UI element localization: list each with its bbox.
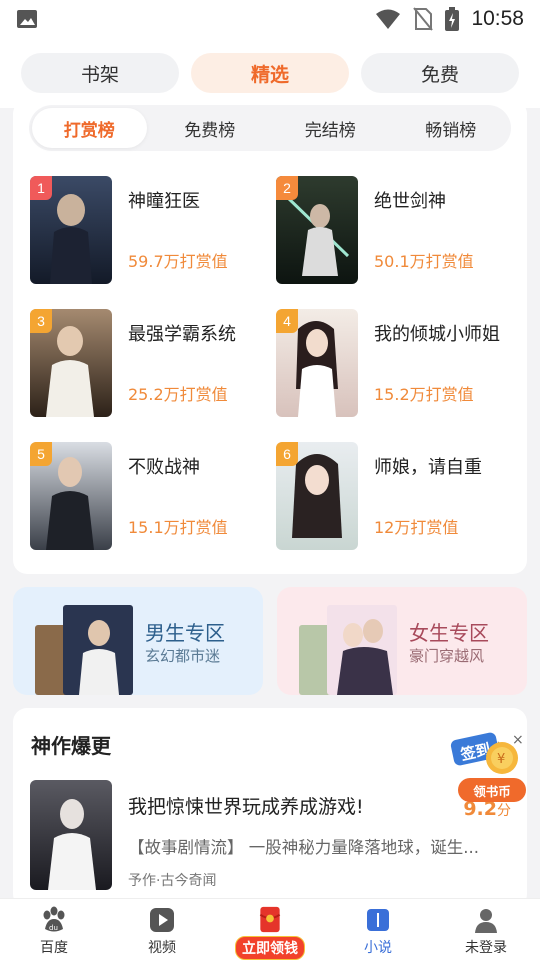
ranking-card: 打赏榜 免费榜 完结榜 畅销榜 1 神瞳狂医 59.7万打赏值 2 绝世剑神 5… <box>13 100 527 574</box>
female-zone-card[interactable]: 女生专区 豪门穿越风 <box>277 587 527 695</box>
rank-badge: 5 <box>30 442 52 466</box>
zone-title: 男生专区 <box>145 621 225 645</box>
bottom-nav: du 百度 视频 立即领钱 小说 未登录 <box>0 898 540 960</box>
reward-value: 25.2万打赏值 <box>128 385 228 404</box>
ranked-book[interactable]: 5 不败战神 15.1万打赏值 <box>30 442 270 552</box>
reward-value: 15.2万打赏值 <box>374 385 474 404</box>
reward-value: 59.7万打赏值 <box>128 252 228 271</box>
book-title: 神瞳狂医 <box>128 191 200 212</box>
section-title: 神作爆更 <box>31 734 111 758</box>
nav-label: 百度 <box>40 940 68 956</box>
nav-label: 立即领钱 <box>235 936 305 960</box>
male-zone-card[interactable]: 男生专区 玄幻都市迷 <box>13 587 263 695</box>
red-envelope-icon <box>259 906 281 933</box>
tab-completed-rank[interactable]: 完结榜 <box>273 108 388 148</box>
ranked-book[interactable]: 2 绝世剑神 50.1万打赏值 <box>276 176 516 286</box>
tab-free-rank[interactable]: 免费榜 <box>153 108 268 148</box>
svg-text:du: du <box>49 924 58 932</box>
rank-badge: 3 <box>30 309 52 333</box>
nav-label: 未登录 <box>465 940 507 956</box>
book-title[interactable]: 我把惊悚世界玩成养成游戏! <box>128 792 428 819</box>
status-bar: 10:58 <box>0 0 540 38</box>
book-title: 我的倾城小师姐 <box>374 324 500 345</box>
user-icon <box>475 909 497 933</box>
tab-free[interactable]: 免费 <box>361 53 519 93</box>
zone-covers <box>35 605 133 695</box>
rank-badge: 2 <box>276 176 298 200</box>
rank-badge: 4 <box>276 309 298 333</box>
no-sim-icon <box>413 7 434 31</box>
close-icon[interactable]: × <box>512 732 524 748</box>
ranked-book[interactable]: 6 师娘，请自重 12万打赏值 <box>276 442 516 552</box>
book-cover[interactable] <box>30 780 112 890</box>
zone-subtitle: 豪门穿越风 <box>409 647 485 665</box>
top-tabs: 书架 精选 免费 <box>0 38 540 108</box>
rank-badge: 6 <box>276 442 298 466</box>
gallery-icon <box>17 10 37 28</box>
nav-label: 小说 <box>364 940 392 956</box>
zone-title: 女生专区 <box>409 621 489 645</box>
paw-icon: du <box>43 906 65 932</box>
book-meta: 予作·古今奇闻 <box>128 873 217 889</box>
battery-charging-icon <box>445 7 460 31</box>
tab-featured[interactable]: 精选 <box>191 53 349 93</box>
svg-text:¥: ¥ <box>497 752 505 767</box>
play-icon <box>150 908 174 932</box>
tab-bestseller-rank[interactable]: 畅销榜 <box>394 108 509 148</box>
reward-value: 12万打赏值 <box>374 518 459 537</box>
reward-value: 50.1万打赏值 <box>374 252 474 271</box>
tab-bookshelf[interactable]: 书架 <box>21 53 179 93</box>
wifi-icon <box>376 9 401 29</box>
rank-badge: 1 <box>30 176 52 200</box>
reward-value: 15.1万打赏值 <box>128 518 228 537</box>
sign-in-label[interactable]: 领书币 <box>458 778 526 802</box>
zone-covers <box>299 605 397 695</box>
nav-novel[interactable]: 小说 <box>324 899 432 960</box>
ranking-tabs: 打赏榜 免费榜 完结榜 畅销榜 <box>29 105 511 151</box>
book-title: 不败战神 <box>128 457 200 478</box>
book-description: 【故事剧情流】 一股神秘力量降落地球，诞生... <box>128 838 479 857</box>
nav-video[interactable]: 视频 <box>108 899 216 960</box>
nav-profile[interactable]: 未登录 <box>432 899 540 960</box>
book-icon <box>367 909 389 931</box>
book-title: 师娘，请自重 <box>374 457 482 478</box>
ranked-book[interactable]: 4 我的倾城小师姐 15.2万打赏值 <box>276 309 516 419</box>
nav-label: 视频 <box>148 940 176 956</box>
zone-subtitle: 玄幻都市迷 <box>145 647 221 665</box>
nav-baidu[interactable]: du 百度 <box>0 899 108 960</box>
clock: 10:58 <box>471 7 524 30</box>
book-title: 绝世剑神 <box>374 191 446 212</box>
ranked-book[interactable]: 1 神瞳狂医 59.7万打赏值 <box>30 176 270 286</box>
nav-claim-money[interactable]: 立即领钱 <box>216 899 324 960</box>
book-title: 最强学霸系统 <box>128 324 236 345</box>
tab-reward-rank[interactable]: 打赏榜 <box>32 108 147 148</box>
ranked-book[interactable]: 3 最强学霸系统 25.2万打赏值 <box>30 309 270 419</box>
